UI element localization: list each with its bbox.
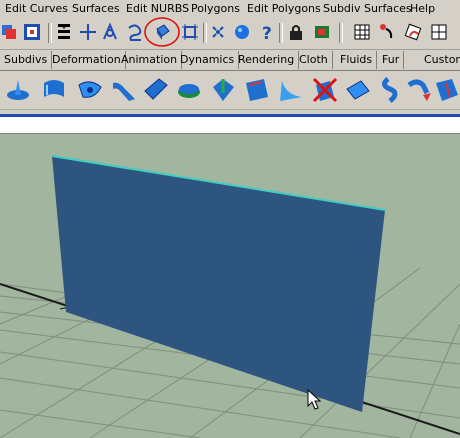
shelf-tab-bar: Subdivs Deformation Animation Dynamics R… [0,50,460,71]
hierarchy-mode-icon[interactable] [21,21,43,43]
bevel-plus-icon[interactable] [276,75,306,105]
svg-text:?: ? [262,24,272,43]
panel-toolbar [0,117,460,134]
menu-surfaces[interactable]: Surfaces [72,2,120,15]
tab-dynamics[interactable]: Dynamics [176,51,240,69]
pick-mask-icon[interactable] [77,21,99,43]
intersect-icon[interactable] [310,75,340,105]
render-icon[interactable] [231,21,253,43]
menu-polygons[interactable]: Polygons [191,2,240,15]
tab-cloth[interactable]: Cloth [295,51,333,69]
status-line-toolbar: ? [0,17,460,50]
make-live-icon[interactable] [207,21,229,43]
accent-divider [0,110,460,117]
lock-icon[interactable] [285,21,307,43]
square-icon[interactable] [208,75,238,105]
shader-icon[interactable] [428,21,450,43]
revolve-icon[interactable] [3,75,33,105]
bevel-icon[interactable] [242,75,272,105]
perspective-viewport[interactable] [0,134,460,438]
tab-fluids[interactable]: Fluids [336,51,378,69]
help-icon[interactable]: ? [256,21,278,43]
tab-custom[interactable]: Custom [420,51,460,69]
select-mode-icon[interactable] [0,21,22,43]
tab-subdivs[interactable]: Subdivs [0,51,53,69]
highlight-circle [144,17,180,47]
toolbar-separator [279,23,283,43]
menu-bar: Edit Curves Surfaces Edit NURBS Polygons… [0,0,460,18]
tab-deformation[interactable]: Deformation [48,51,126,69]
menu-help[interactable]: Help [410,2,435,15]
hypershade-icon[interactable] [376,21,398,43]
tab-animation[interactable]: Animation [117,51,183,69]
detach-icon[interactable] [432,75,460,105]
loft-icon[interactable] [39,75,69,105]
tab-rendering[interactable]: Rendering [234,51,300,69]
menu-edit-polygons[interactable]: Edit Polygons [247,2,321,15]
toolbar-separator [339,23,343,43]
boundary-icon[interactable] [174,75,204,105]
menu-edit-curves[interactable]: Edit Curves [5,2,68,15]
shelf [0,71,460,109]
planar-icon[interactable] [75,75,105,105]
birail-icon[interactable] [141,75,171,105]
toolbar-separator [48,23,52,43]
object-mode-icon[interactable] [53,21,75,43]
viewport-canvas[interactable] [0,134,460,438]
tab-fur[interactable]: Fur [378,51,405,69]
untrim-icon[interactable] [376,75,406,105]
menu-subdiv-surfaces[interactable]: Subdiv Surfaces [323,2,412,15]
render-settings-icon[interactable] [351,21,373,43]
trim-icon[interactable] [343,75,373,105]
shader-icon[interactable] [402,21,424,43]
attach-icon[interactable] [405,75,435,105]
menu-edit-nurbs[interactable]: Edit NURBS [126,2,189,15]
snap-grid-icon[interactable] [99,21,121,43]
extrude-icon[interactable] [109,75,139,105]
ipr-render-icon[interactable] [311,21,333,43]
